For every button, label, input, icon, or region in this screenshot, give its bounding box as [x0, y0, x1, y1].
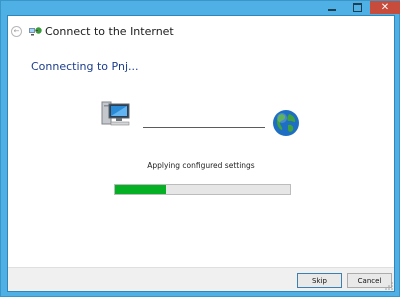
wizard-header: ← Connect to the Internet [8, 16, 394, 46]
wizard-content: ← Connect to the Internet Connecting to … [7, 15, 395, 292]
minimize-icon [328, 9, 336, 11]
title-bar: ✕ [1, 1, 400, 15]
page-heading: Connecting to Pnj... [31, 60, 139, 73]
connection-line [143, 127, 265, 128]
footer-bar: Skip Cancel [8, 267, 394, 291]
close-button[interactable]: ✕ [370, 1, 400, 14]
close-icon: ✕ [380, 1, 390, 13]
progress-fill [115, 185, 166, 194]
maximize-icon [352, 3, 362, 12]
resize-grip-icon[interactable] [385, 282, 393, 290]
connect-window: ✕ ← Connect to the Internet Connecting t… [0, 0, 400, 297]
back-arrow-icon: ← [13, 27, 20, 35]
window-title: Connect to the Internet [45, 25, 174, 38]
computer-icon [101, 101, 130, 126]
skip-button[interactable]: Skip [297, 273, 342, 288]
minimize-button[interactable] [319, 1, 345, 14]
maximize-button[interactable] [345, 1, 369, 14]
status-text: Applying configured settings [147, 161, 255, 170]
globe-icon [273, 110, 299, 136]
back-button[interactable]: ← [11, 26, 22, 37]
network-icon [29, 27, 42, 36]
progress-bar [114, 184, 291, 195]
